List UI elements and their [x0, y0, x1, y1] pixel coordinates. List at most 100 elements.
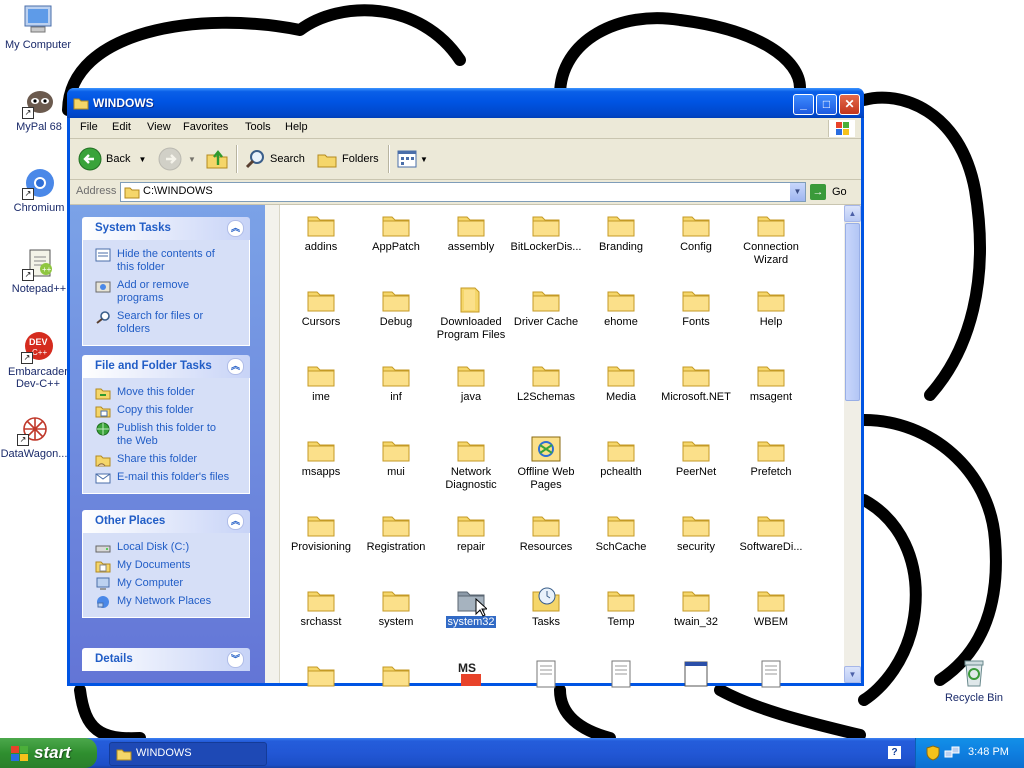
folder-item[interactable]: Connection Wizard: [732, 209, 810, 267]
menu-help[interactable]: Help: [285, 121, 308, 133]
folder-item[interactable]: Config: [657, 209, 735, 254]
file-item[interactable]: [507, 659, 585, 689]
folder-item[interactable]: mui: [357, 434, 435, 479]
task-pane-scrollbar[interactable]: [265, 205, 280, 683]
expand-icon[interactable]: ︾: [227, 651, 244, 668]
collapse-icon[interactable]: ︽: [227, 220, 244, 237]
folder-item[interactable]: Microsoft.NET: [657, 359, 735, 404]
folder-item[interactable]: Downloaded Program Files: [432, 284, 510, 342]
folder-item[interactable]: twain_32: [657, 584, 735, 629]
details-header[interactable]: Details ︾: [82, 648, 250, 671]
folder-item[interactable]: java: [432, 359, 510, 404]
file-item[interactable]: [732, 659, 810, 689]
folder-item[interactable]: Media: [582, 359, 660, 404]
search-button[interactable]: Search: [244, 147, 305, 171]
folder-item[interactable]: Debug: [357, 284, 435, 329]
menu-edit[interactable]: Edit: [112, 121, 131, 133]
file-item[interactable]: MS: [432, 659, 510, 689]
menu-favorites[interactable]: Favorites: [183, 121, 228, 133]
folder-item[interactable]: Provisioning: [282, 509, 360, 554]
back-button[interactable]: Back ▼: [78, 147, 146, 171]
desktop-icon-recycle-bin[interactable]: Recycle Bin: [938, 656, 1010, 704]
task-add-remove-programs[interactable]: Add or remove programs: [83, 279, 249, 305]
menu-view[interactable]: View: [147, 121, 171, 133]
folder-item[interactable]: L2Schemas: [507, 359, 585, 404]
other-places-header[interactable]: Other Places ︽: [82, 510, 250, 533]
desktop-icon-dev-cpp[interactable]: DEV C++ ↗ Embarcader Dev-C++: [2, 330, 74, 390]
collapse-icon[interactable]: ︽: [227, 358, 244, 375]
folder-item[interactable]: system: [357, 584, 435, 629]
address-input[interactable]: C:\WINDOWS ▼: [120, 182, 806, 202]
file-list-pane[interactable]: addins AppPatch assembly BitLockerDis... Bra…: [265, 205, 861, 688]
explorer-window[interactable]: WINDOWS _ □ ✕ File Edit View Favorites T…: [67, 88, 864, 688]
folder-item[interactable]: Network Diagnostic: [432, 434, 510, 492]
file-item[interactable]: [582, 659, 660, 689]
task-email-files[interactable]: E-mail this folder's files: [83, 471, 249, 484]
task-hide-contents[interactable]: Hide the contents of this folder: [83, 248, 249, 274]
task-publish-folder[interactable]: Publish this folder to the Web: [83, 422, 249, 448]
views-button[interactable]: ▼: [396, 147, 428, 171]
desktop-icon-notepad-plus-plus[interactable]: ++ ↗ Notepad++: [3, 247, 75, 295]
menu-file[interactable]: File: [80, 121, 98, 133]
help-tray-icon[interactable]: ?: [888, 746, 901, 759]
folder-item[interactable]: security: [657, 509, 735, 554]
maximize-button[interactable]: □: [816, 94, 837, 115]
network-tray-icon[interactable]: [944, 745, 960, 761]
desktop-icon-mypal[interactable]: ↗ MyPal 68: [3, 85, 75, 133]
folder-item[interactable]: Registration: [357, 509, 435, 554]
folder-item[interactable]: system32: [432, 584, 510, 629]
folder-item[interactable]: assembly: [432, 209, 510, 254]
task-search-files[interactable]: Search for files or folders: [83, 310, 249, 336]
task-move-folder[interactable]: Move this folder: [83, 386, 249, 400]
address-dropdown-button[interactable]: ▼: [790, 183, 805, 201]
folder-item[interactable]: BitLockerDis...: [507, 209, 585, 254]
place-my-network-places[interactable]: My Network Places: [83, 595, 249, 608]
folder-item[interactable]: Driver Cache: [507, 284, 585, 329]
folder-item[interactable]: AppPatch: [357, 209, 435, 254]
folder-item[interactable]: Resources: [507, 509, 585, 554]
desktop-icon-chromium[interactable]: ↗ Chromium: [3, 166, 75, 214]
folder-item[interactable]: repair: [432, 509, 510, 554]
folder-item[interactable]: PeerNet: [657, 434, 735, 479]
folders-button[interactable]: Folders: [316, 147, 379, 171]
folder-item[interactable]: Cursors: [282, 284, 360, 329]
taskbar-window-button[interactable]: WINDOWS: [109, 742, 267, 766]
folder-item[interactable]: Temp: [582, 584, 660, 629]
folder-item[interactable]: inf: [357, 359, 435, 404]
folder-item[interactable]: ime: [282, 359, 360, 404]
file-item[interactable]: [657, 659, 735, 689]
folder-item[interactable]: [357, 659, 435, 689]
file-folder-tasks-header[interactable]: File and Folder Tasks ︽: [82, 355, 250, 378]
folder-item[interactable]: srchasst: [282, 584, 360, 629]
minimize-button[interactable]: _: [793, 94, 814, 115]
task-share-folder[interactable]: Share this folder: [83, 453, 249, 467]
folder-item[interactable]: msapps: [282, 434, 360, 479]
task-copy-folder[interactable]: Copy this folder: [83, 404, 249, 418]
folder-item[interactable]: ehome: [582, 284, 660, 329]
folder-item[interactable]: Prefetch: [732, 434, 810, 479]
desktop-icon-my-computer[interactable]: My Computer: [2, 3, 74, 51]
forward-button[interactable]: ▼: [158, 147, 196, 171]
up-folder-button[interactable]: [205, 147, 229, 171]
folder-item[interactable]: Branding: [582, 209, 660, 254]
folder-item[interactable]: [282, 659, 360, 689]
title-bar[interactable]: WINDOWS _ □ ✕: [67, 88, 864, 118]
folder-item[interactable]: WBEM: [732, 584, 810, 629]
start-button[interactable]: start: [0, 738, 97, 768]
folder-item[interactable]: addins: [282, 209, 360, 254]
folder-item[interactable]: Fonts: [657, 284, 735, 329]
folder-item[interactable]: Help: [732, 284, 810, 329]
desktop-icon-datawagon[interactable]: ↗ DataWagon...: [0, 412, 70, 460]
folder-item[interactable]: SchCache: [582, 509, 660, 554]
scroll-up-button[interactable]: ▲: [844, 205, 861, 222]
place-my-computer[interactable]: My Computer: [83, 577, 249, 590]
folder-item[interactable]: pchealth: [582, 434, 660, 479]
scroll-thumb[interactable]: [845, 223, 860, 401]
system-tasks-header[interactable]: System Tasks ︽: [82, 217, 250, 240]
close-button[interactable]: ✕: [839, 94, 860, 115]
folder-item[interactable]: SoftwareDi...: [732, 509, 810, 554]
vertical-scrollbar[interactable]: ▲ ▼: [844, 205, 861, 683]
place-local-disk[interactable]: Local Disk (C:): [83, 541, 249, 554]
folder-item[interactable]: msagent: [732, 359, 810, 404]
folder-item[interactable]: Tasks: [507, 584, 585, 629]
